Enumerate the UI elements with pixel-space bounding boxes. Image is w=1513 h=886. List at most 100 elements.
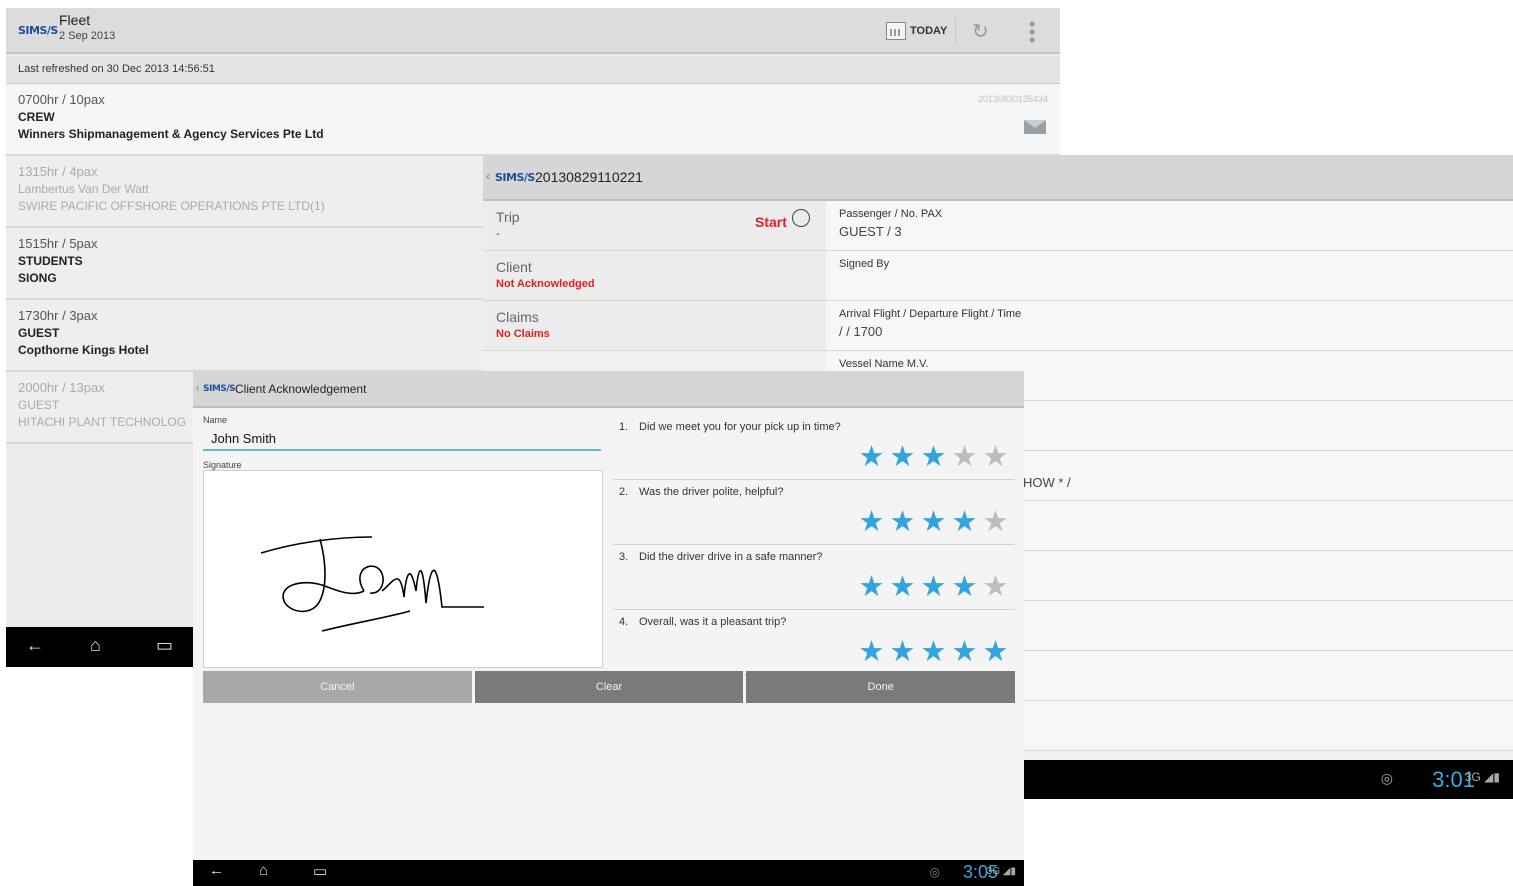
- question-number: 3.: [619, 551, 629, 563]
- question-text: Did we meet you for your pick up in time…: [639, 421, 841, 433]
- detail-left-column: Trip - Start Client Not Acknowledged Cla…: [483, 201, 826, 351]
- name-input[interactable]: [203, 427, 601, 451]
- star-icon[interactable]: ★: [856, 443, 887, 472]
- claims-status: No Claims: [496, 328, 550, 340]
- question-text: Did the driver drive in a safe manner?: [639, 551, 823, 563]
- fleet-action-bar: SIMS/S Fleet 2 Sep 2013 TODAY ↻ • • •: [6, 8, 1060, 54]
- claims-label: Claims: [496, 309, 539, 325]
- overflow-menu-icon[interactable]: • • •: [1029, 15, 1035, 49]
- question-item: 2. Was the driver polite, helpful? ★ ★ ★ ★ ★: [613, 480, 1015, 545]
- star-icon[interactable]: ★: [856, 508, 887, 537]
- recents-nav-icon[interactable]: ▭: [313, 862, 327, 880]
- app-logo: SIMS/S: [495, 171, 535, 184]
- app-logo: SIMS/S: [18, 24, 58, 37]
- question-text: Was the driver polite, helpful?: [639, 486, 784, 498]
- star-icon[interactable]: ★: [949, 508, 980, 537]
- arrival-row: Arrival Flight / Departure Flight / Time…: [826, 301, 1513, 351]
- passenger-label: Passenger / No. PAX: [839, 208, 943, 220]
- star-icon[interactable]: ★: [856, 638, 887, 667]
- star-rating[interactable]: ★ ★ ★ ★ ★: [856, 573, 1011, 602]
- signature-pad[interactable]: [203, 470, 603, 668]
- client-row[interactable]: Client Not Acknowledged: [483, 251, 826, 301]
- list-item[interactable]: 0700hr / 10pax CREW Winners Shipmanageme…: [6, 84, 1060, 156]
- battery-icon: ▮: [1010, 866, 1016, 877]
- gps-icon: ◎: [929, 865, 940, 879]
- star-icon[interactable]: ★: [856, 573, 887, 602]
- passenger-row: Passenger / No. PAX GUEST / 3: [826, 201, 1513, 251]
- question-item: 4. Overall, was it a pleasant trip? ★ ★ ★ ★ ★: [613, 610, 1015, 675]
- calendar-icon: [886, 22, 906, 40]
- home-nav-icon[interactable]: ⌂: [90, 635, 101, 656]
- star-icon[interactable]: ★: [980, 573, 1011, 602]
- back-nav-icon[interactable]: ←: [26, 635, 44, 656]
- partial-field-value: HOW * /: [1023, 475, 1071, 490]
- star-icon[interactable]: ★: [949, 638, 980, 667]
- refresh-icon[interactable]: ↻: [972, 19, 989, 44]
- star-rating[interactable]: ★ ★ ★ ★ ★: [856, 638, 1011, 667]
- recents-nav-icon[interactable]: ▭: [156, 635, 173, 656]
- chevron-left-icon[interactable]: ‹: [486, 169, 490, 183]
- page-title: Client Acknowledgement: [235, 382, 367, 396]
- action-buttons: Cancel Clear Done: [203, 671, 1016, 703]
- star-icon[interactable]: ★: [887, 573, 918, 602]
- home-nav-icon[interactable]: ⌂: [259, 862, 268, 879]
- done-button[interactable]: Done: [746, 671, 1016, 703]
- page-date: 2 Sep 2013: [59, 30, 116, 42]
- network-label: 3G: [1464, 770, 1481, 784]
- page-title: Fleet: [59, 12, 91, 28]
- star-icon[interactable]: ★: [980, 508, 1011, 537]
- clock-icon[interactable]: [792, 209, 810, 227]
- ack-action-bar: ‹ SIMS/S Client Acknowledgement: [193, 371, 1024, 408]
- star-icon[interactable]: ★: [949, 573, 980, 602]
- name-label: Name: [203, 415, 228, 425]
- star-icon[interactable]: ★: [980, 443, 1011, 472]
- page-title: 20130829110221: [535, 169, 643, 185]
- job-time: 0700hr / 10pax: [18, 92, 105, 107]
- job-client: Winners Shipmanagement & Agency Services…: [18, 127, 324, 141]
- star-icon[interactable]: ★: [918, 638, 949, 667]
- vessel-label: Vessel Name M.V.: [839, 358, 929, 370]
- gps-icon: ◎: [1380, 770, 1393, 786]
- claims-row[interactable]: Claims No Claims: [483, 301, 826, 351]
- today-button[interactable]: TODAY: [886, 20, 947, 42]
- question-number: 1.: [619, 421, 629, 433]
- system-nav-bar: ← ⌂ ▭ ◎ 3:05 3G ◢▮: [193, 860, 1024, 886]
- star-icon[interactable]: ★: [887, 638, 918, 667]
- arrival-value: / / 1700: [839, 324, 883, 339]
- network-label: 3G: [986, 866, 1001, 877]
- star-icon[interactable]: ★: [918, 443, 949, 472]
- signature-stroke: [260, 536, 484, 632]
- star-rating[interactable]: ★ ★ ★ ★ ★: [856, 508, 1011, 537]
- cancel-button[interactable]: Cancel: [203, 671, 472, 703]
- mail-icon[interactable]: [1024, 120, 1046, 134]
- star-icon[interactable]: ★: [887, 508, 918, 537]
- signed-by-label: Signed By: [839, 258, 890, 270]
- star-icon[interactable]: ★: [918, 573, 949, 602]
- start-button[interactable]: Start: [755, 214, 787, 230]
- star-icon[interactable]: ★: [949, 443, 980, 472]
- job-type: CREW: [18, 110, 55, 124]
- question-text: Overall, was it a pleasant trip?: [639, 616, 787, 628]
- trip-row[interactable]: Trip - Start: [483, 201, 826, 251]
- star-icon[interactable]: ★: [980, 638, 1011, 667]
- rating-questions: 1. Did we meet you for your pick up in ti…: [613, 415, 1015, 675]
- client-label: Client: [496, 259, 532, 275]
- star-rating[interactable]: ★ ★ ★ ★ ★: [856, 443, 1011, 472]
- arrival-label: Arrival Flight / Departure Flight / Time: [839, 308, 1022, 320]
- clear-button[interactable]: Clear: [474, 671, 744, 703]
- back-nav-icon[interactable]: ←: [209, 862, 224, 879]
- today-label: TODAY: [910, 25, 948, 37]
- divider: [955, 18, 956, 44]
- acknowledgement-screen: ‹ SIMS/S Client Acknowledgement Name Sig…: [193, 371, 1024, 886]
- signal-icon: 3G ◢▮: [986, 866, 1016, 877]
- job-reference: 20130830135434: [977, 94, 1048, 104]
- battery-icon: ▮: [1493, 770, 1500, 784]
- signature-label: Signature: [203, 460, 242, 470]
- star-icon[interactable]: ★: [887, 443, 918, 472]
- chevron-left-icon[interactable]: ‹: [196, 383, 199, 394]
- star-icon[interactable]: ★: [918, 508, 949, 537]
- question-number: 4.: [619, 616, 629, 628]
- last-refreshed-text: Last refreshed on 30 Dec 2013 14:56:51: [6, 56, 1060, 84]
- question-item: 3. Did the driver drive in a safe manner?…: [613, 545, 1015, 610]
- question-item: 1. Did we meet you for your pick up in ti…: [613, 415, 1015, 480]
